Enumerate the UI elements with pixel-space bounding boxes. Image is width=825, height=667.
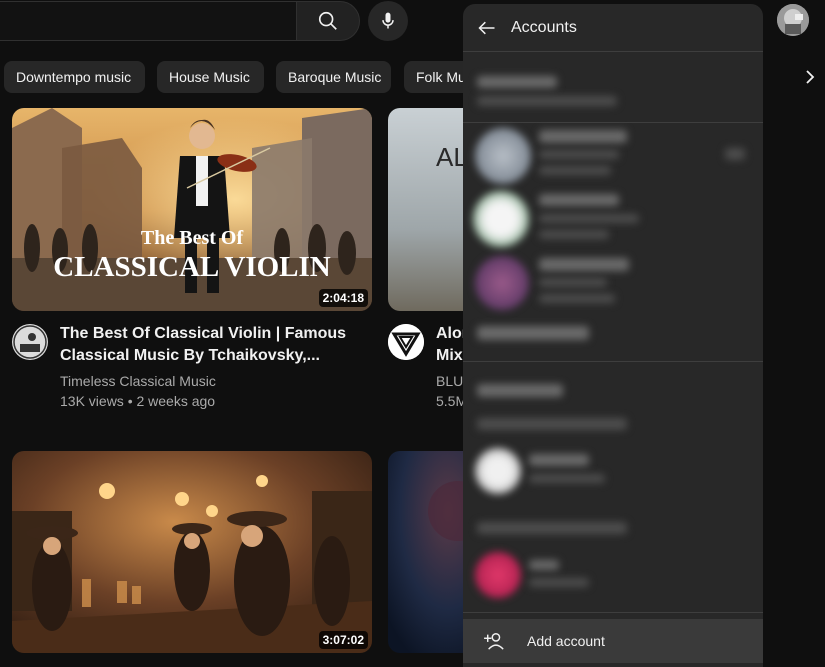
- redacted-text: [477, 418, 627, 430]
- account-avatar[interactable]: [473, 191, 529, 247]
- channel-avatar[interactable]: [12, 324, 48, 360]
- arrow-left-icon: [478, 21, 495, 34]
- channel-avatar-image: [12, 324, 48, 360]
- violinist-thumbnail-image: The Best Of CLASSICAL VIOLIN: [12, 108, 372, 311]
- search-button[interactable]: [296, 1, 360, 41]
- video-title-line: The Best Of Classical Violin | Famous: [60, 325, 347, 342]
- chevron-right-icon: [806, 70, 815, 84]
- accounts-panel-header: Accounts: [463, 4, 763, 52]
- account-avatar[interactable]: [475, 128, 531, 184]
- video-stats: 13K views • 2 weeks ago: [60, 393, 216, 409]
- check-icon: [725, 148, 745, 160]
- search-icon: [318, 11, 337, 30]
- voice-search-button[interactable]: [368, 1, 408, 41]
- channel-avatar[interactable]: [388, 324, 424, 360]
- redacted-text: [529, 474, 605, 483]
- chips-next-button[interactable]: [798, 61, 822, 93]
- redacted-text: [539, 294, 615, 303]
- divider: [463, 612, 763, 613]
- accounts-panel-title: Accounts: [511, 18, 577, 36]
- add-person-icon: [463, 631, 527, 651]
- redacted-link[interactable]: [477, 326, 589, 340]
- redacted-text: [539, 194, 619, 206]
- video-title[interactable]: The Best Of Classical Violin | Famous Cl…: [60, 323, 360, 367]
- channel-name[interactable]: Timeless Classical Music: [60, 371, 216, 391]
- account-avatar[interactable]: [475, 256, 529, 310]
- account-avatar-image: [777, 4, 809, 36]
- redacted-text: [477, 96, 617, 106]
- search-input[interactable]: [0, 1, 298, 41]
- add-account-button[interactable]: Add account: [463, 619, 763, 663]
- divider: [463, 122, 763, 123]
- thumbnail-text-best-of: The Best Of: [141, 227, 244, 249]
- chip-house-music[interactable]: House Music: [157, 61, 264, 93]
- redacted-text: [539, 278, 607, 287]
- redacted-text: [539, 130, 627, 143]
- redacted-text: [529, 454, 589, 466]
- account-avatar[interactable]: [475, 448, 521, 494]
- channel-logo-icon: [388, 324, 424, 360]
- add-account-label: Add account: [527, 633, 605, 649]
- thumbnail-text-classical-violin: CLASSICAL VIOLIN: [53, 251, 331, 283]
- divider: [463, 361, 763, 362]
- redacted-text: [539, 258, 629, 271]
- redacted-text: [477, 522, 627, 534]
- redacted-text: [529, 578, 589, 587]
- video-thumbnail[interactable]: 3:07:02: [12, 451, 372, 653]
- redacted-text: [539, 214, 639, 223]
- video-duration: 2:04:18: [318, 289, 368, 307]
- video-thumbnail[interactable]: The Best Of CLASSICAL VIOLIN 2:04:18: [12, 108, 372, 311]
- redacted-text: [539, 150, 619, 159]
- redacted-text: [539, 166, 611, 175]
- video-duration: 3:07:02: [318, 631, 368, 649]
- back-button[interactable]: [463, 4, 511, 52]
- redacted-text: [529, 560, 559, 570]
- accounts-panel: Accounts Add account: [463, 4, 763, 667]
- account-avatar-button[interactable]: [777, 4, 809, 36]
- chip-baroque-music[interactable]: Baroque Music: [276, 61, 391, 93]
- tavern-thumbnail-image: [12, 451, 372, 653]
- account-avatar[interactable]: [475, 552, 521, 598]
- redacted-text: [477, 384, 563, 397]
- chip-downtempo-music[interactable]: Downtempo music: [4, 61, 145, 93]
- redacted-text: [477, 76, 557, 88]
- redacted-text: [539, 230, 609, 239]
- mic-icon: [382, 12, 394, 29]
- video-title-line: Classical Music By Tchaikovsky,...: [60, 347, 320, 364]
